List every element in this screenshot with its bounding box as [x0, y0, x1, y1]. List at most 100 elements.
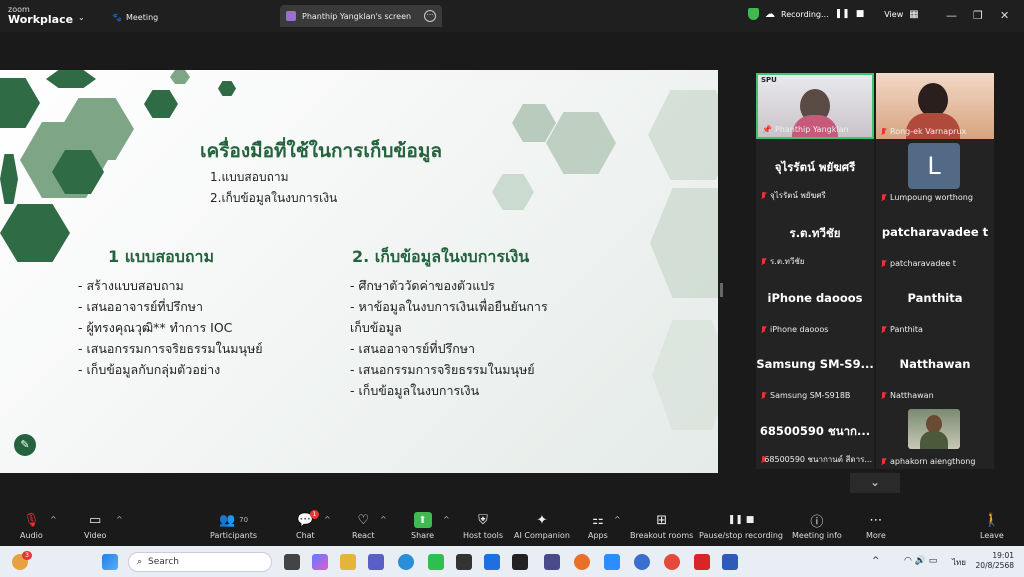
meeting-info-button[interactable]: ⓘ Meeting info: [792, 512, 842, 541]
notification-badge: 3: [22, 551, 32, 560]
view-button[interactable]: View: [884, 10, 903, 19]
participant-tile[interactable]: Panthita Panthita: [876, 271, 994, 337]
app-icon[interactable]: [544, 554, 560, 570]
participant-tile[interactable]: iPhone daooos iPhone daooos: [756, 271, 874, 337]
participant-tile[interactable]: Samsung SM-S9... Samsung SM-S918B: [756, 337, 874, 403]
share-options-caret[interactable]: ^: [443, 515, 450, 524]
audio-options-caret[interactable]: ^: [50, 515, 57, 524]
hexagon-decor: [46, 70, 96, 88]
restore-icon[interactable]: ❐: [973, 9, 983, 22]
hexagon-decor: [546, 112, 616, 174]
title-bar: zoom Workplace ⌄ 🐾 Meeting Phanthip Yang…: [0, 0, 1024, 32]
video-options-caret[interactable]: ^: [116, 515, 123, 524]
chat-button[interactable]: 💬 1 Chat: [296, 510, 320, 540]
pause-icon[interactable]: ❚❚: [835, 9, 850, 19]
chevron-down-icon: ⌄: [869, 475, 881, 489]
share-button[interactable]: ⬆ Share: [411, 512, 434, 540]
windows-start-icon[interactable]: [102, 554, 118, 570]
shield-icon: ⛨: [478, 512, 488, 528]
line-icon[interactable]: [428, 554, 444, 570]
react-options-caret[interactable]: ^: [380, 515, 387, 524]
hexagon-decor: [492, 174, 534, 210]
breakout-rooms-button[interactable]: ⊞ Breakout rooms: [630, 512, 693, 541]
mic-muted-icon: [880, 259, 887, 268]
leave-button[interactable]: 🚶 Leave: [980, 512, 1004, 541]
chat-options-caret[interactable]: ^: [324, 515, 331, 524]
slide-left-item: - สร้างแบบสอบถาม: [78, 278, 184, 293]
cloud-icon: ☁: [765, 8, 775, 20]
share-tab-label: Phanthip Yangklan's screen: [302, 11, 412, 21]
panel-resize-handle[interactable]: [720, 283, 723, 297]
participant-tile[interactable]: Natthawan Natthawan: [876, 337, 994, 403]
participant-display-name: iPhone daooos: [767, 291, 863, 305]
clock[interactable]: 19:01 20/8/2568: [976, 551, 1014, 571]
participant-tile[interactable]: จุไรรัตน์ พยัฆศรี จุไรรัตน์ พยัฆศรี: [756, 139, 874, 205]
pin-icon: 📌: [762, 125, 772, 134]
acrobat-icon[interactable]: [694, 554, 710, 570]
mic-muted-icon: [760, 455, 767, 464]
more-button[interactable]: ⋯ More: [866, 512, 886, 541]
participant-tile[interactable]: ร.ต.ทวีชัย ร.ต.ทวีชัย: [756, 205, 874, 271]
chat-icon: 💬 1: [296, 510, 320, 528]
mic-muted-icon: [880, 127, 887, 136]
video-button[interactable]: ▭ Video: [84, 512, 106, 541]
pause-recording-button[interactable]: ❚❚ ■ Pause/stop recording: [699, 512, 783, 540]
ai-companion-button[interactable]: ✦ AI Companion: [514, 512, 570, 541]
recording-indicator[interactable]: ☁ Recording... ❚❚ ■ View ▦: [748, 8, 919, 20]
slide-right-item: - ศึกษาตัววัดค่าของตัวแปร: [350, 278, 495, 293]
host-tools-button[interactable]: ⛨ Host tools: [463, 512, 503, 541]
participant-tile[interactable]: patcharavadee t patcharavadee t: [876, 205, 994, 271]
apps-options-caret[interactable]: ^: [614, 515, 621, 524]
avatar: [286, 11, 296, 21]
participant-tile[interactable]: Rong-ek Varnaprux: [876, 73, 994, 139]
stop-icon[interactable]: ■: [856, 9, 865, 19]
participant-tile[interactable]: L Lumpoung worthong: [876, 139, 994, 205]
app-icon[interactable]: [634, 554, 650, 570]
firefox-icon[interactable]: [574, 554, 590, 570]
heart-icon: ♡: [357, 512, 370, 528]
zoom-icon[interactable]: [604, 554, 620, 570]
hexagon-decor: [512, 104, 556, 142]
gallery-scroll-down-button[interactable]: ⌄: [850, 473, 900, 493]
participant-name: Lumpoung worthong: [880, 193, 973, 202]
word-icon[interactable]: [722, 554, 738, 570]
language-indicator[interactable]: ไทย: [952, 556, 966, 569]
brand-bottom: Workplace: [8, 13, 74, 26]
grid-view-icon[interactable]: ▦: [909, 9, 918, 20]
participant-tile[interactable]: 68500590 ชนาก... 68500590 ชนากานต์ สีดาร…: [756, 403, 874, 469]
teams-icon[interactable]: [368, 554, 384, 570]
app-icon[interactable]: [456, 554, 472, 570]
minimize-icon[interactable]: —: [946, 9, 957, 22]
brand-dropdown[interactable]: ⌄: [78, 10, 85, 24]
participant-name: จุไรรัตน์ พยัฆศรี: [760, 189, 826, 202]
apps-button[interactable]: ⚏ Apps: [588, 512, 608, 541]
participant-tile[interactable]: aphakorn aiengthong: [876, 403, 994, 469]
weather-icon[interactable]: 3: [12, 551, 32, 570]
pause-stop-icon: ❚❚ ■: [727, 515, 755, 525]
taskbar-search[interactable]: ⌕ Search: [128, 552, 272, 572]
slide-title: เครื่องมือที่ใช้ในการเก็บข้อมูล: [200, 140, 442, 162]
participants-button[interactable]: 👥 70 Participants: [210, 512, 257, 541]
participant-display-name: Panthita: [907, 291, 963, 305]
share-screen-tab[interactable]: Phanthip Yangklan's screen ···: [280, 5, 442, 27]
audio-button[interactable]: 🎙 Audio: [20, 512, 43, 541]
file-explorer-icon[interactable]: [340, 554, 356, 570]
hexagon-decor: [144, 90, 178, 118]
mic-muted-icon: [880, 325, 887, 334]
participant-display-name: จุไรรัตน์ พยัฆศรี: [774, 160, 856, 174]
video-overlay-text: SPU: [761, 76, 777, 84]
react-button[interactable]: ♡ React: [352, 512, 375, 541]
annotate-pen-icon[interactable]: ✎: [14, 434, 36, 456]
close-icon[interactable]: ✕: [1000, 9, 1009, 22]
dropbox-icon[interactable]: [484, 554, 500, 570]
more-icon[interactable]: ···: [424, 10, 436, 22]
meeting-tab[interactable]: 🐾 Meeting: [112, 10, 158, 24]
participant-tile[interactable]: SPU 📌 Phanthip Yangklan: [756, 73, 874, 139]
amazon-icon[interactable]: [512, 554, 528, 570]
edge-icon[interactable]: [398, 554, 414, 570]
copilot-icon[interactable]: [312, 554, 328, 570]
chrome-icon[interactable]: [664, 554, 680, 570]
tray-chevron-icon[interactable]: ^: [872, 556, 880, 566]
wifi-icon[interactable]: ◠ 🔊 ▭: [904, 556, 937, 566]
task-view-icon[interactable]: [284, 554, 300, 570]
